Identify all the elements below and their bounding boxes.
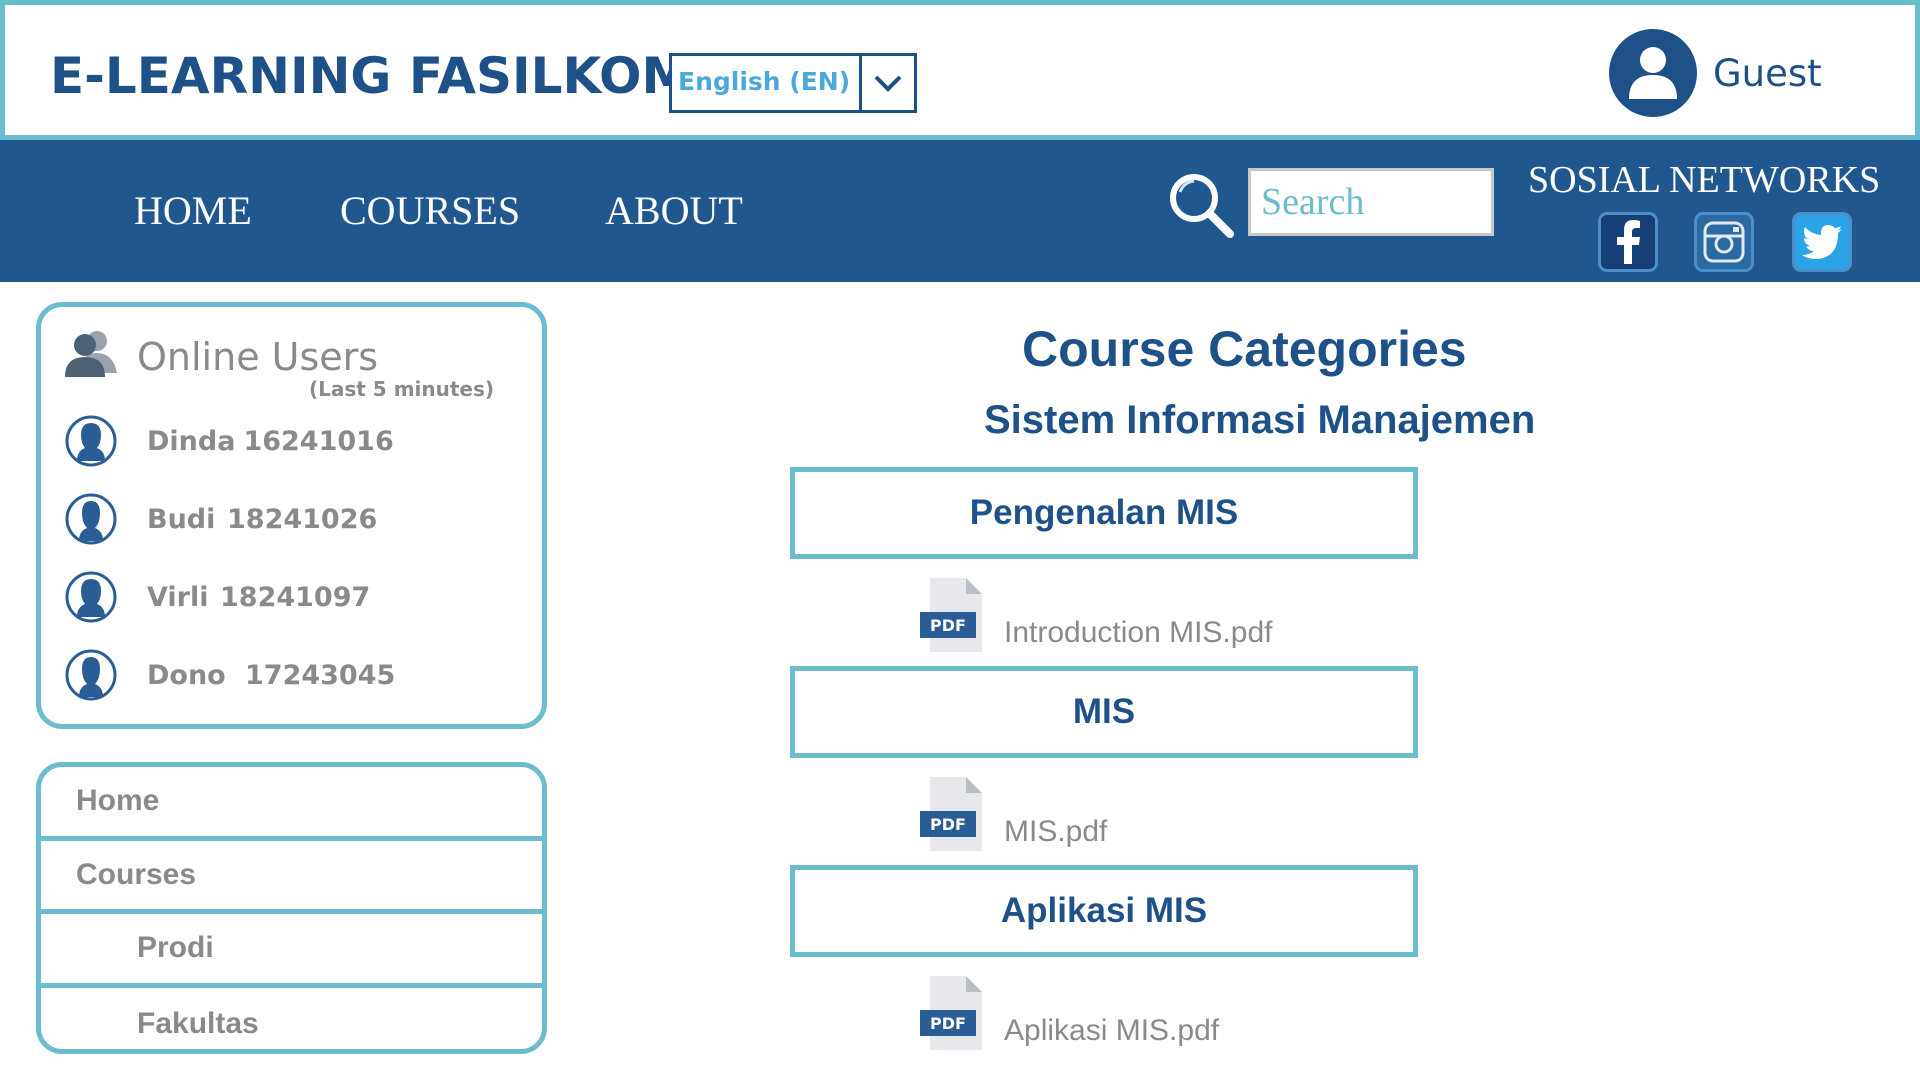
user-name[interactable]: Guest bbox=[1713, 52, 1822, 95]
file-link[interactable]: PDF Aplikasi MIS.pdf bbox=[920, 970, 1219, 1050]
online-user-row[interactable]: Dono 17243045 bbox=[65, 645, 395, 705]
file-name[interactable]: Introduction MIS.pdf bbox=[1004, 616, 1272, 650]
social-networks-title: SOSIAL NETWORKS bbox=[1528, 159, 1881, 201]
online-user-id: 18241097 bbox=[220, 581, 371, 613]
file-name[interactable]: MIS.pdf bbox=[1004, 815, 1107, 849]
instagram-icon[interactable] bbox=[1694, 212, 1754, 272]
online-user-name: Dinda bbox=[147, 425, 236, 457]
nav-about[interactable]: ABOUT bbox=[605, 187, 743, 234]
file-name[interactable]: Aplikasi MIS.pdf bbox=[1004, 1014, 1219, 1048]
page-title: Course Categories bbox=[1022, 321, 1467, 377]
pdf-badge-label: PDF bbox=[930, 1014, 966, 1033]
search-input[interactable] bbox=[1248, 168, 1494, 236]
facebook-icon[interactable] bbox=[1598, 212, 1658, 272]
top-header: E-LEARNING FASILKOM English (EN) Guest bbox=[0, 0, 1920, 140]
side-menu-prodi[interactable]: Prodi bbox=[41, 914, 542, 988]
pdf-file-icon: PDF bbox=[920, 777, 982, 851]
main-navbar: HOME COURSES ABOUT SOSIAL NETWORKS bbox=[0, 140, 1920, 282]
pdf-badge-label: PDF bbox=[930, 616, 966, 635]
nav-courses[interactable]: COURSES bbox=[340, 187, 520, 234]
pdf-file-icon: PDF bbox=[920, 976, 982, 1050]
online-user-row[interactable]: Dinda 16241016 bbox=[65, 411, 394, 471]
language-select-value[interactable]: English (EN) bbox=[672, 56, 862, 110]
side-menu-home[interactable]: Home bbox=[41, 767, 542, 841]
course-card[interactable]: Aplikasi MIS bbox=[790, 865, 1418, 957]
online-user-row[interactable]: Budi 18241026 bbox=[65, 489, 377, 549]
online-users-subtitle: (Last 5 minutes) bbox=[309, 377, 495, 401]
online-user-row[interactable]: Virli 18241097 bbox=[65, 567, 370, 627]
nav-home[interactable]: HOME bbox=[134, 187, 252, 234]
course-card[interactable]: MIS bbox=[790, 666, 1418, 758]
online-user-name: Budi bbox=[147, 503, 216, 535]
user-avatar-icon bbox=[65, 649, 117, 701]
chevron-down-icon[interactable] bbox=[862, 56, 914, 110]
online-user-id: 18241026 bbox=[227, 503, 378, 535]
twitter-icon[interactable] bbox=[1792, 212, 1852, 272]
online-users-title: Online Users bbox=[137, 335, 379, 379]
user-avatar-icon[interactable] bbox=[1609, 29, 1697, 117]
course-card[interactable]: Pengenalan MIS bbox=[790, 467, 1418, 559]
side-menu: Home Courses Prodi Fakultas bbox=[36, 762, 547, 1054]
user-avatar-icon bbox=[65, 493, 117, 545]
user-account[interactable]: Guest bbox=[1609, 29, 1822, 117]
user-avatar-icon bbox=[65, 571, 117, 623]
side-menu-courses[interactable]: Courses bbox=[41, 841, 542, 914]
side-menu-fakultas[interactable]: Fakultas bbox=[41, 988, 542, 1050]
online-user-id: 16241016 bbox=[243, 425, 394, 457]
online-user-name: Virli bbox=[147, 581, 209, 613]
language-select[interactable]: English (EN) bbox=[669, 53, 917, 113]
pdf-badge-label: PDF bbox=[930, 815, 966, 834]
pdf-file-icon: PDF bbox=[920, 578, 982, 652]
site-brand[interactable]: E-LEARNING FASILKOM bbox=[50, 47, 691, 105]
users-group-icon bbox=[63, 329, 119, 384]
file-link[interactable]: PDF MIS.pdf bbox=[920, 771, 1107, 851]
online-user-id: 17243045 bbox=[245, 659, 396, 691]
user-avatar-icon bbox=[65, 415, 117, 467]
file-link[interactable]: PDF Introduction MIS.pdf bbox=[920, 572, 1272, 652]
online-users-panel: Online Users (Last 5 minutes) Dinda 1624… bbox=[36, 302, 547, 729]
online-user-name: Dono bbox=[147, 659, 226, 691]
category-subtitle: Sistem Informasi Manajemen bbox=[984, 398, 1536, 442]
search-icon[interactable] bbox=[1166, 170, 1236, 240]
